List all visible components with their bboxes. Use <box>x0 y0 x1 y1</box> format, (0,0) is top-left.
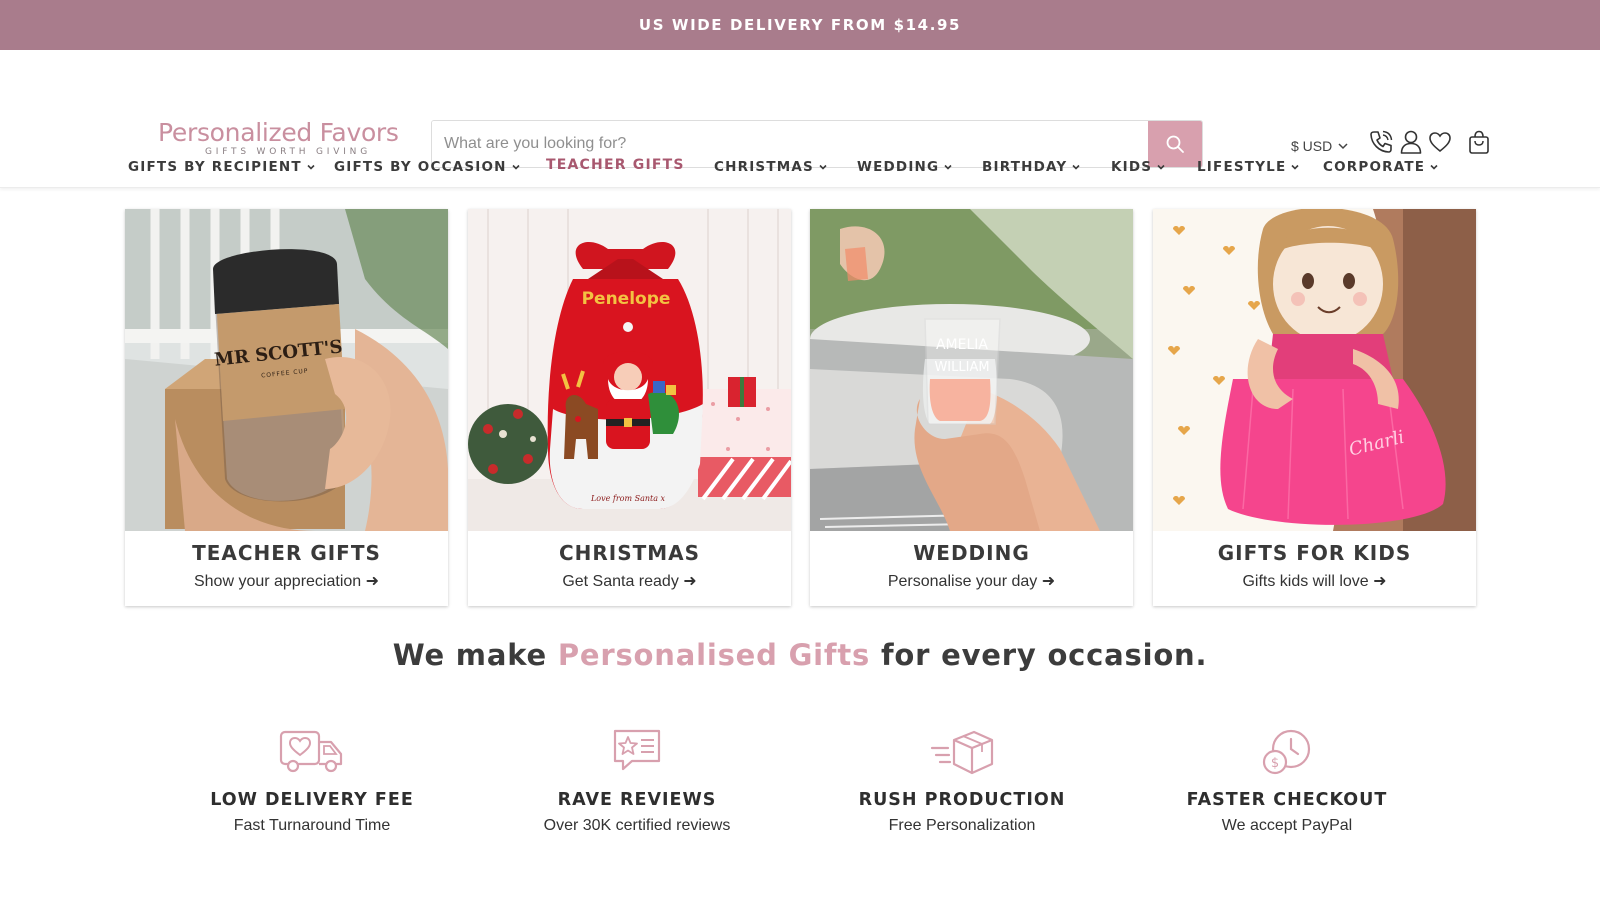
card-link[interactable]: Gifts kids will love ➜ <box>1153 571 1476 591</box>
card-image: Charli <box>1153 209 1476 531</box>
tagline-text-before: We make <box>392 638 558 672</box>
card-image-subtext: Love from Santa x <box>590 494 666 503</box>
feature-title: RUSH PRODUCTION <box>858 790 1066 810</box>
chevron-down-icon <box>512 164 520 170</box>
nav-item-label: LIFESTYLE <box>1197 159 1287 175</box>
card-link[interactable]: Personalise your day ➜ <box>810 571 1133 591</box>
main-navigation: GIFTS BY RECIPIENT GIFTS BY OCCASION TEA… <box>0 146 1600 188</box>
clock-dollar-icon: $ <box>1262 729 1311 775</box>
nav-item-label: GIFTS BY OCCASION <box>334 159 507 175</box>
card-title: CHRISTMAS <box>558 541 701 565</box>
card-title: TEACHER GIFTS <box>192 541 381 565</box>
nav-item-label: GIFTS BY RECIPIENT <box>128 159 302 175</box>
tagline-highlight: Personalised Gifts <box>557 638 871 672</box>
nav-item-christmas[interactable]: CHRISTMAS <box>714 146 827 188</box>
category-card-wedding[interactable]: AMELIA WILLIAM WEDDING Personalise your … <box>810 209 1133 606</box>
card-image: MR SCOTT'S COFFEE CUP <box>125 209 448 531</box>
svg-text:$: $ <box>1271 756 1279 771</box>
card-image-text: AMELIA <box>936 337 988 353</box>
nav-item-lifestyle[interactable]: LIFESTYLE <box>1197 146 1299 188</box>
site-header: Personalized Favors GIFTS WORTH GIVING $… <box>0 50 1600 188</box>
nav-item-wedding[interactable]: WEDDING <box>857 146 952 188</box>
nav-item-label: BIRTHDAY <box>982 159 1068 175</box>
card-title: GIFTS FOR KIDS <box>1217 541 1412 565</box>
card-image: AMELIA WILLIAM <box>810 209 1133 531</box>
chevron-down-icon <box>1072 164 1080 170</box>
logo-wordmark: Personalized Favors <box>158 118 399 147</box>
chevron-down-icon <box>1291 164 1299 170</box>
nav-item-kids[interactable]: KIDS <box>1111 146 1165 188</box>
card-title: WEDDING <box>913 541 1030 565</box>
nav-item-gifts-by-occasion[interactable]: GIFTS BY OCCASION <box>334 146 520 188</box>
feature-title: LOW DELIVERY FEE <box>210 790 414 810</box>
feature-subtitle: Fast Turnaround Time <box>233 817 391 834</box>
feature-subtitle: Over 30K certified reviews <box>543 817 731 834</box>
nav-item-label: CHRISTMAS <box>714 159 814 175</box>
card-link[interactable]: Get Santa ready ➜ <box>468 571 791 591</box>
chevron-down-icon <box>944 164 952 170</box>
feature-subtitle: We accept PayPal <box>1221 817 1353 834</box>
feature-subtitle: Free Personalization <box>888 817 1036 834</box>
card-image-subtext: WILLIAM <box>934 360 989 375</box>
review-star-icon <box>613 729 661 771</box>
fast-box-icon <box>930 730 994 775</box>
category-card-christmas[interactable]: Penelope Love from Santa x CHRISTMAS Get… <box>468 209 791 606</box>
announcement-bar: US WIDE DELIVERY FROM $14.95 <box>0 0 1600 50</box>
chevron-down-icon <box>307 164 315 170</box>
nav-item-label: TEACHER GIFTS <box>546 157 685 173</box>
nav-item-gifts-by-recipient[interactable]: GIFTS BY RECIPIENT <box>128 146 315 188</box>
delivery-truck-icon <box>279 730 343 773</box>
nav-item-label: WEDDING <box>857 159 940 175</box>
feature-title: FASTER CHECKOUT <box>1186 790 1388 810</box>
chevron-down-icon <box>1430 164 1438 170</box>
card-image: Penelope Love from Santa x <box>468 209 791 531</box>
nav-item-label: CORPORATE <box>1323 159 1426 175</box>
features-row: LOW DELIVERY FEE Fast Turnaround Time RA… <box>0 728 1600 848</box>
feature-rush-production: RUSH PRODUCTION Free Personalization <box>822 728 1102 835</box>
page-tagline: We make Personalised Gifts for every occ… <box>0 638 1600 672</box>
nav-item-label: KIDS <box>1111 159 1153 175</box>
announcement-text: US WIDE DELIVERY FROM $14.95 <box>638 16 962 34</box>
chevron-down-icon <box>1157 164 1165 170</box>
nav-item-birthday[interactable]: BIRTHDAY <box>982 146 1080 188</box>
card-link[interactable]: Show your appreciation ➜ <box>125 571 448 591</box>
feature-rave-reviews: RAVE REVIEWS Over 30K certified reviews <box>497 728 777 835</box>
card-image-text: Penelope <box>582 289 671 309</box>
feature-title: RAVE REVIEWS <box>557 790 717 810</box>
feature-low-delivery-fee: LOW DELIVERY FEE Fast Turnaround Time <box>172 728 452 835</box>
category-card-teacher-gifts[interactable]: MR SCOTT'S COFFEE CUP TEACHER GIFTS Show… <box>125 209 448 606</box>
tagline-text-after: for every occasion. <box>870 638 1208 672</box>
category-cards: MR SCOTT'S COFFEE CUP TEACHER GIFTS Show… <box>125 209 1476 606</box>
nav-item-teacher-gifts[interactable]: TEACHER GIFTS <box>546 144 685 186</box>
chevron-down-icon <box>819 164 827 170</box>
nav-item-corporate[interactable]: CORPORATE <box>1323 146 1438 188</box>
category-card-gifts-for-kids[interactable]: Charli GIFTS FOR KIDS Gifts kids will lo… <box>1153 209 1476 606</box>
feature-faster-checkout: $ FASTER CHECKOUT We accept PayPal <box>1147 728 1427 835</box>
